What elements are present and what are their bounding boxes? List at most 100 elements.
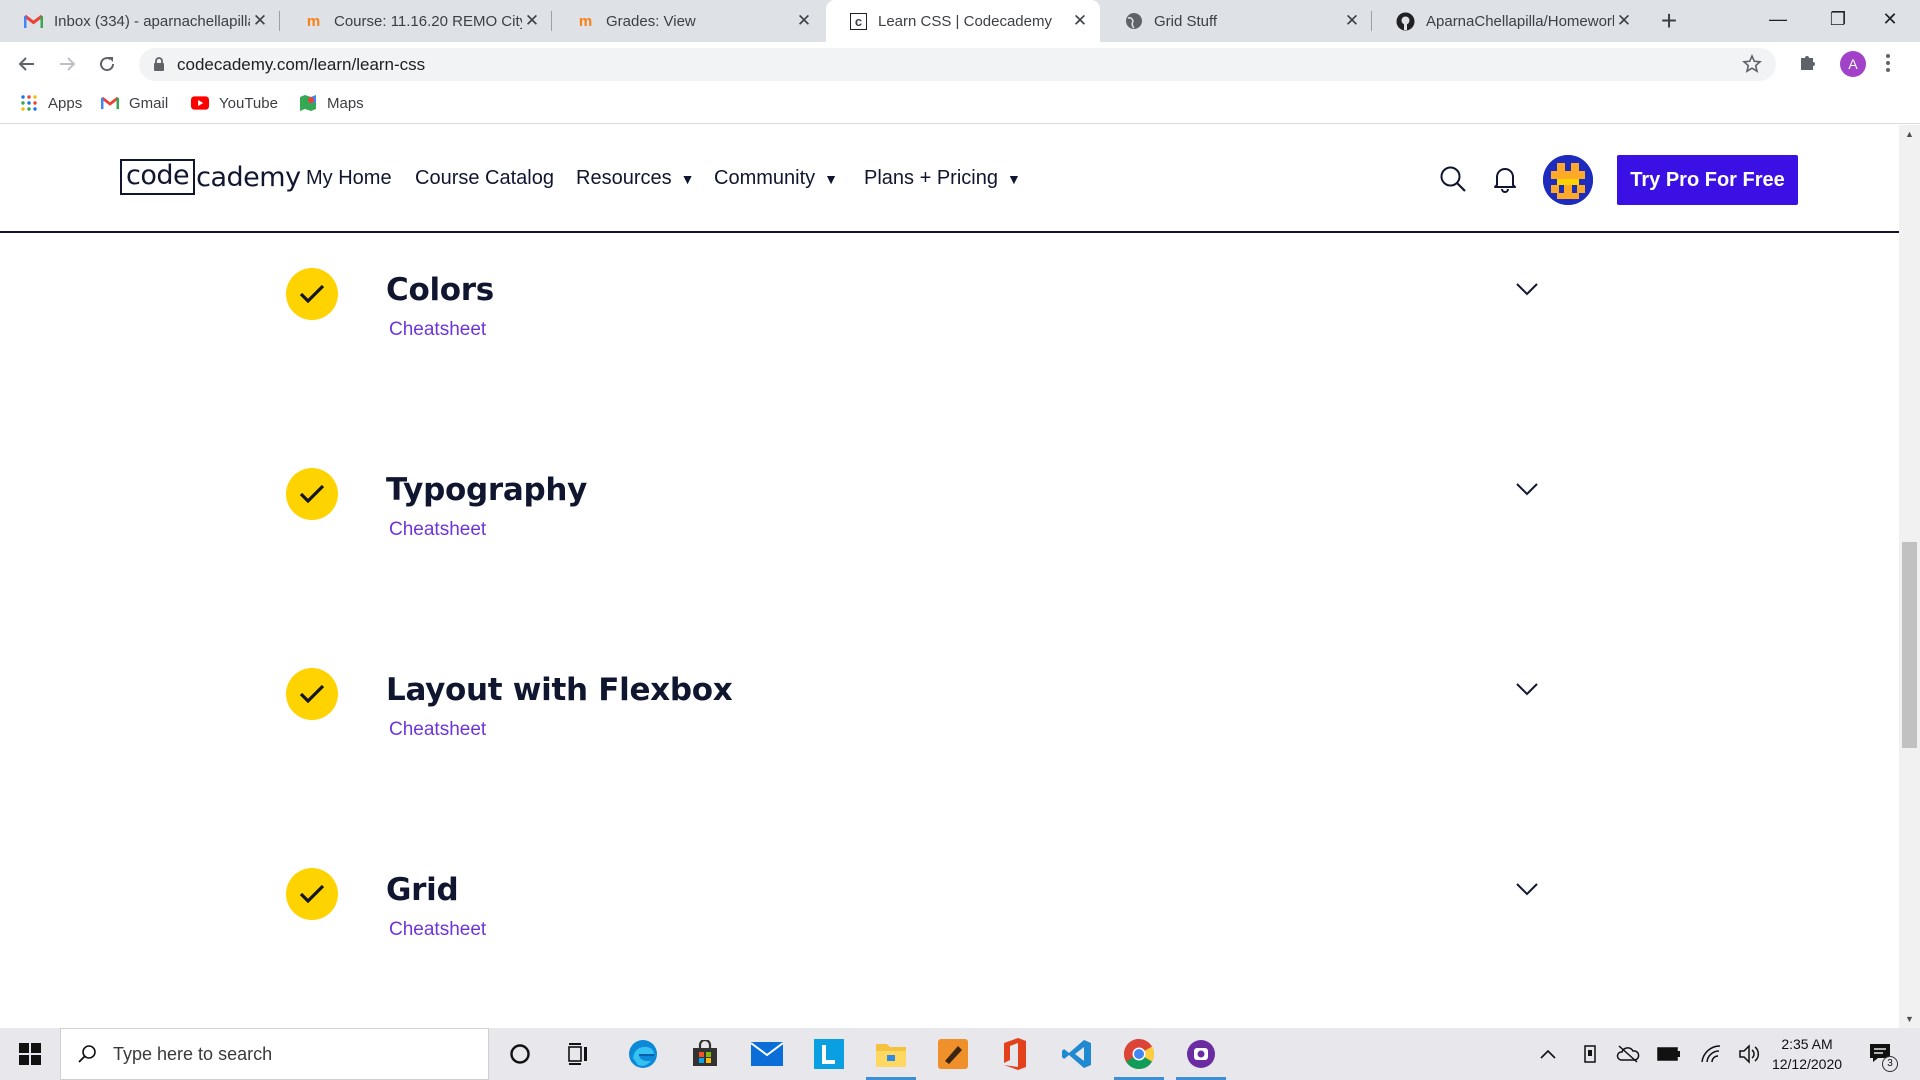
file-explorer-icon[interactable] [862,1028,920,1080]
close-tab-icon[interactable]: ✕ [794,11,814,31]
more-menu-icon[interactable] [1885,52,1891,74]
lock-icon [154,57,164,71]
purple-app-icon[interactable] [1172,1028,1230,1080]
extensions-puzzle-icon[interactable] [1798,52,1818,72]
edge-icon[interactable] [614,1028,672,1080]
battery-icon[interactable] [1657,1042,1681,1066]
office-icon[interactable] [986,1028,1044,1080]
profile-avatar[interactable]: A [1840,51,1866,77]
chevron-down-icon[interactable] [1516,482,1538,496]
clock-date: 12/12/2020 [1771,1056,1843,1072]
taskbar-clock[interactable]: 2:35 AM 12/12/2020 [1770,1034,1844,1074]
restore-window-button[interactable]: ❐ [1808,0,1868,38]
close-tab-icon[interactable]: ✕ [1614,11,1634,31]
minimize-window-button[interactable]: — [1748,0,1808,38]
try-pro-button[interactable]: Try Pro For Free [1617,155,1798,205]
close-tab-icon[interactable]: ✕ [250,11,270,31]
tab-title: Course: 11.16.20 REMO City of [334,12,522,30]
onedrive-offline-icon[interactable] [1616,1042,1640,1066]
paint-app-icon[interactable] [924,1028,982,1080]
page-scrollbar[interactable]: ▲ ▼ [1899,125,1920,1028]
windows-taskbar: Type here to search 2:35 AM 12/12/2020 3 [0,1028,1920,1080]
nav-label: Course Catalog [415,167,554,189]
cheatsheet-link[interactable]: Cheatsheet [389,519,486,541]
moodle-icon: m [306,12,321,30]
start-button[interactable] [0,1028,60,1080]
chevron-down-icon[interactable] [1516,682,1538,696]
volume-icon[interactable] [1738,1042,1762,1066]
back-button[interactable] [11,48,43,80]
windows-logo-icon [19,1043,41,1065]
tab-title: Grades: View [606,12,696,30]
address-bar[interactable]: codecademy.com/learn/learn-css [139,48,1776,81]
taskbar-search-box[interactable]: Type here to search [60,1028,489,1080]
codecademy-icon: c [850,12,867,30]
nav-resources[interactable]: Resources ▼ [576,167,694,190]
bookmark-label: Gmail [129,94,169,112]
show-hidden-icons-chevron-icon[interactable] [1536,1042,1560,1066]
store-icon[interactable] [676,1028,734,1080]
forward-arrow-icon [60,57,76,71]
tab-codecademy[interactable]: c Learn CSS | Codecademy ✕ [826,0,1100,42]
module-colors: Colors Cheatsheet [286,268,1546,388]
tab-title: Learn CSS | Codecademy [878,12,1052,30]
browser-tab-strip: Inbox (334) - aparnachellapilla ✕ m Cour… [0,0,1920,42]
close-window-button[interactable]: ✕ [1860,0,1920,38]
scrollbar-thumb[interactable] [1902,542,1917,748]
nav-course-catalog[interactable]: Course Catalog [415,167,554,190]
search-icon[interactable] [1439,165,1467,193]
caret-down-icon: ▼ [680,170,695,187]
tab-gmail[interactable]: Inbox (334) - aparnachellapilla ✕ [0,0,280,42]
module-typography: Typography Cheatsheet [286,468,1546,588]
cheatsheet-link[interactable]: Cheatsheet [389,919,486,941]
cheatsheet-link[interactable]: Cheatsheet [389,319,486,341]
device-tray-icon[interactable] [1578,1042,1602,1066]
tab-course[interactable]: m Course: 11.16.20 REMO City of ✕ [280,0,552,42]
bookmark-star-icon[interactable] [1742,54,1762,74]
github-icon [1396,12,1415,31]
bookmark-youtube[interactable]: YouTube [191,94,278,112]
bookmark-label: Maps [327,94,364,112]
nav-my-home[interactable]: My Home [306,167,392,190]
pixel-avatar-icon [1543,155,1593,205]
codecademy-logo[interactable]: code cademy [120,159,301,195]
nav-plans-pricing[interactable]: Plans + Pricing ▼ [864,167,1021,190]
forward-button[interactable] [51,48,83,80]
maps-icon [299,94,317,112]
tab-grid-stuff[interactable]: Grid Stuff ✕ [1100,0,1372,42]
logo-boxed-text: code [120,159,196,195]
tab-title: Inbox (334) - aparnachellapilla [54,12,250,30]
apps-grid-icon [20,94,38,112]
wifi-icon[interactable] [1699,1042,1723,1066]
nav-community[interactable]: Community ▼ [714,167,838,190]
new-tab-button[interactable]: + [1655,4,1683,38]
scroll-down-arrow-icon[interactable]: ▼ [1899,1014,1920,1024]
completed-check-icon [286,268,338,320]
close-tab-icon[interactable]: ✕ [522,11,542,31]
tab-title: AparnaChellapilla/Homework [1426,12,1614,30]
search-icon [78,1045,96,1063]
notifications-bell-icon[interactable] [1492,165,1518,193]
close-tab-icon[interactable]: ✕ [1070,11,1090,31]
moodle-icon: m [578,12,593,30]
bookmark-apps[interactable]: Apps [20,94,82,112]
cortana-icon[interactable] [491,1028,549,1080]
tab-github[interactable]: AparnaChellapilla/Homework ✕ [1372,0,1644,42]
reload-button[interactable] [91,48,123,80]
cheatsheet-link[interactable]: Cheatsheet [389,719,486,741]
bookmark-gmail[interactable]: Gmail [101,94,168,112]
tab-grades[interactable]: m Grades: View ✕ [552,0,824,42]
browser-toolbar: codecademy.com/learn/learn-css A [0,42,1920,86]
user-avatar[interactable] [1543,155,1593,205]
chevron-down-icon[interactable] [1516,282,1538,296]
bookmark-maps[interactable]: Maps [299,94,364,112]
mail-icon[interactable] [738,1028,796,1080]
vscode-icon[interactable] [1048,1028,1106,1080]
scroll-up-arrow-icon[interactable]: ▲ [1899,129,1920,139]
l-app-icon[interactable] [800,1028,858,1080]
task-view-icon[interactable] [550,1028,608,1080]
chevron-down-icon[interactable] [1516,882,1538,896]
close-tab-icon[interactable]: ✕ [1342,11,1362,31]
chrome-icon[interactable] [1110,1028,1168,1080]
module-title: Grid [386,872,459,908]
